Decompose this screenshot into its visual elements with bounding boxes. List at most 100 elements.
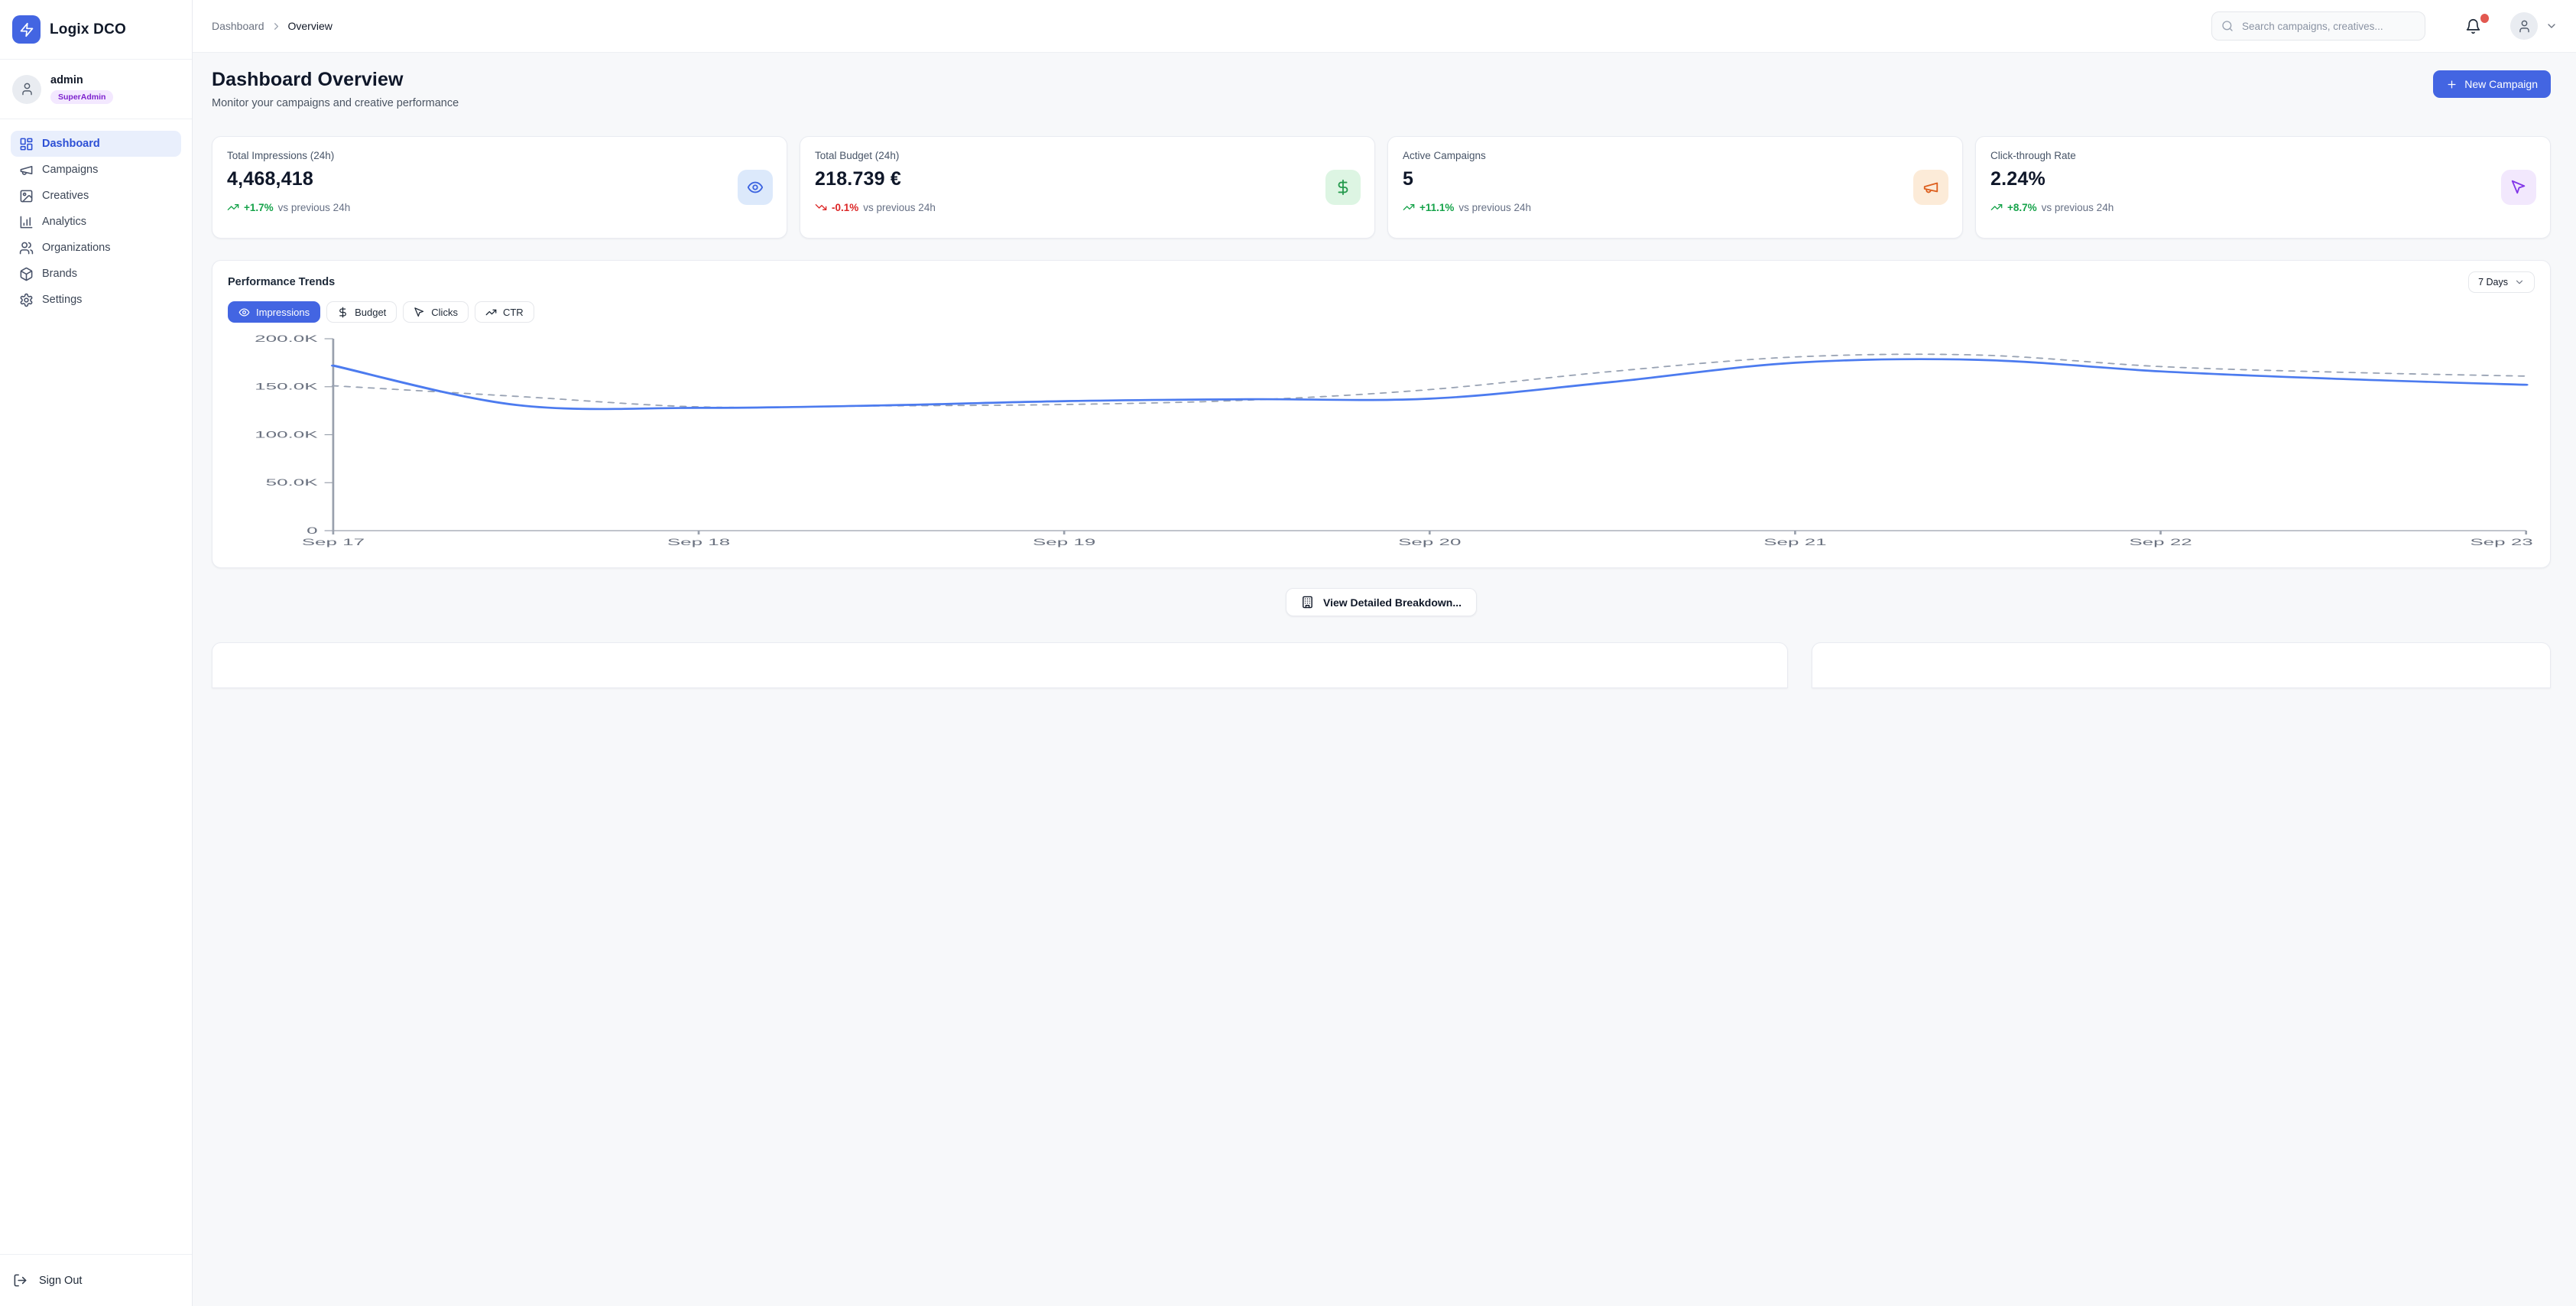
svg-text:Sep 22: Sep 22	[2129, 538, 2192, 547]
sidebar-item-label: Settings	[42, 294, 82, 306]
log-out-icon	[13, 1273, 28, 1288]
sidebar-item-dashboard[interactable]: Dashboard	[11, 131, 181, 157]
stat-delta: +1.7% vs previous 24h	[227, 201, 772, 213]
users-icon	[19, 241, 34, 255]
tab-impressions[interactable]: Impressions	[228, 301, 320, 323]
svg-text:200.0K: 200.0K	[255, 334, 318, 344]
svg-text:150.0K: 150.0K	[255, 382, 318, 392]
sidebar-item-organizations[interactable]: Organizations	[11, 235, 181, 261]
megaphone-icon	[1913, 170, 1948, 205]
eye-icon	[738, 170, 773, 205]
svg-text:Sep 17: Sep 17	[302, 538, 365, 547]
sidebar-item-label: Campaigns	[42, 164, 98, 176]
page-header: Dashboard Overview Monitor your campaign…	[212, 69, 2551, 109]
sidebar-item-label: Organizations	[42, 242, 110, 254]
building-icon	[1301, 596, 1314, 609]
role-badge: SuperAdmin	[50, 90, 113, 104]
sidebar-item-campaigns[interactable]: Campaigns	[11, 157, 181, 183]
topbar-right	[2211, 11, 2558, 41]
svg-text:0: 0	[307, 526, 317, 536]
svg-text:Sep 19: Sep 19	[1033, 538, 1095, 547]
stat-cards-row: Total Impressions (24h) 4,468,418 +1.7% …	[212, 136, 2551, 239]
gear-icon	[19, 293, 34, 307]
trending-up-icon	[227, 201, 239, 213]
topbar: Dashboard Overview	[193, 0, 2576, 53]
image-icon	[19, 189, 34, 203]
performance-trends-card: Performance Trends 7 Days Impressions Bu…	[212, 260, 2551, 568]
page-title: Dashboard Overview	[212, 69, 459, 91]
svg-text:Sep 21: Sep 21	[1763, 538, 1826, 547]
stat-label: Click-through Rate	[1990, 150, 2535, 161]
unread-notification-dot	[2480, 14, 2489, 23]
svg-text:Sep 20: Sep 20	[1398, 538, 1461, 547]
svg-text:50.0K: 50.0K	[266, 479, 319, 489]
chart-title: Performance Trends	[228, 276, 335, 288]
bottom-cards-row	[212, 642, 2551, 688]
sidebar-nav: Dashboard Campaigns Creatives Analytics …	[0, 119, 192, 313]
tab-budget[interactable]: Budget	[326, 301, 397, 323]
user-avatar-icon	[2517, 19, 2532, 34]
trending-down-icon	[815, 201, 827, 213]
search-icon	[2221, 20, 2234, 32]
sidebar-item-label: Brands	[42, 268, 77, 280]
bottom-card-right	[1812, 642, 2551, 688]
dollar-icon	[337, 307, 349, 318]
tab-ctr[interactable]: CTR	[475, 301, 534, 323]
sidebar-item-label: Analytics	[42, 216, 86, 228]
stat-value: 218.739 €	[815, 168, 1360, 190]
trending-up-icon	[1403, 201, 1415, 213]
sidebar-item-analytics[interactable]: Analytics	[11, 209, 181, 235]
sidebar-item-creatives[interactable]: Creatives	[11, 183, 181, 209]
zap-icon	[12, 15, 41, 44]
sidebar-item-brands[interactable]: Brands	[11, 261, 181, 287]
stat-value: 4,468,418	[227, 168, 772, 190]
package-icon	[19, 267, 34, 281]
stat-delta: -0.1% vs previous 24h	[815, 201, 1360, 213]
trending-up-icon	[1990, 201, 2003, 213]
bar-chart-icon	[19, 215, 34, 229]
stat-card-impressions: Total Impressions (24h) 4,468,418 +1.7% …	[212, 136, 787, 239]
tab-clicks[interactable]: Clicks	[403, 301, 469, 323]
stat-label: Active Campaigns	[1403, 150, 1948, 161]
trend-chart: 0 50.0K 100.0K 150.0K 200.0K Sep 17 Sep 18 Sep …	[228, 330, 2535, 549]
svg-text:100.0K: 100.0K	[255, 430, 318, 440]
stat-value: 5	[1403, 168, 1948, 190]
plus-icon	[2446, 79, 2458, 90]
user-avatar-icon	[12, 75, 41, 104]
sidebar-user-card: admin SuperAdmin	[0, 60, 192, 119]
mouse-pointer-icon	[414, 307, 425, 318]
user-menu-button[interactable]	[2510, 12, 2558, 40]
new-campaign-button[interactable]: New Campaign	[2433, 70, 2551, 98]
brand-name: Logix DCO	[50, 21, 126, 38]
page-subtitle: Monitor your campaigns and creative perf…	[212, 97, 459, 109]
metric-tabs: Impressions Budget Clicks CTR	[228, 301, 2535, 323]
stat-value: 2.24%	[1990, 168, 2535, 190]
stat-card-budget: Total Budget (24h) 218.739 € -0.1% vs pr…	[800, 136, 1375, 239]
stat-delta: +8.7% vs previous 24h	[1990, 201, 2535, 213]
topbar-avatar	[2510, 12, 2538, 40]
brand: Logix DCO	[0, 0, 192, 60]
search-box	[2211, 11, 2425, 41]
main-content: Dashboard Overview Monitor your campaign…	[193, 53, 2576, 1306]
mouse-pointer-icon	[2501, 170, 2536, 205]
svg-text:Sep 18: Sep 18	[667, 538, 730, 547]
stat-label: Total Budget (24h)	[815, 150, 1360, 161]
megaphone-icon	[19, 163, 34, 177]
stat-card-ctr: Click-through Rate 2.24% +8.7% vs previo…	[1975, 136, 2551, 239]
svg-text:Sep 23: Sep 23	[2470, 538, 2532, 547]
range-select[interactable]: 7 Days	[2468, 271, 2535, 293]
user-name: admin	[50, 74, 113, 87]
sign-out-button[interactable]: Sign Out	[0, 1254, 192, 1306]
eye-icon	[238, 307, 250, 318]
breadcrumb-current: Overview	[288, 20, 333, 32]
trending-up-icon	[485, 307, 497, 318]
breadcrumb-parent[interactable]: Dashboard	[212, 20, 264, 32]
bell-icon	[2465, 18, 2481, 34]
notifications-button[interactable]	[2465, 18, 2481, 34]
stat-label: Total Impressions (24h)	[227, 150, 772, 161]
sidebar-item-label: Creatives	[42, 190, 89, 202]
chevron-right-icon	[271, 21, 282, 32]
sidebar-item-settings[interactable]: Settings	[11, 287, 181, 313]
search-input[interactable]	[2240, 20, 2415, 33]
view-detailed-breakdown-button[interactable]: View Detailed Breakdown...	[1286, 588, 1477, 616]
